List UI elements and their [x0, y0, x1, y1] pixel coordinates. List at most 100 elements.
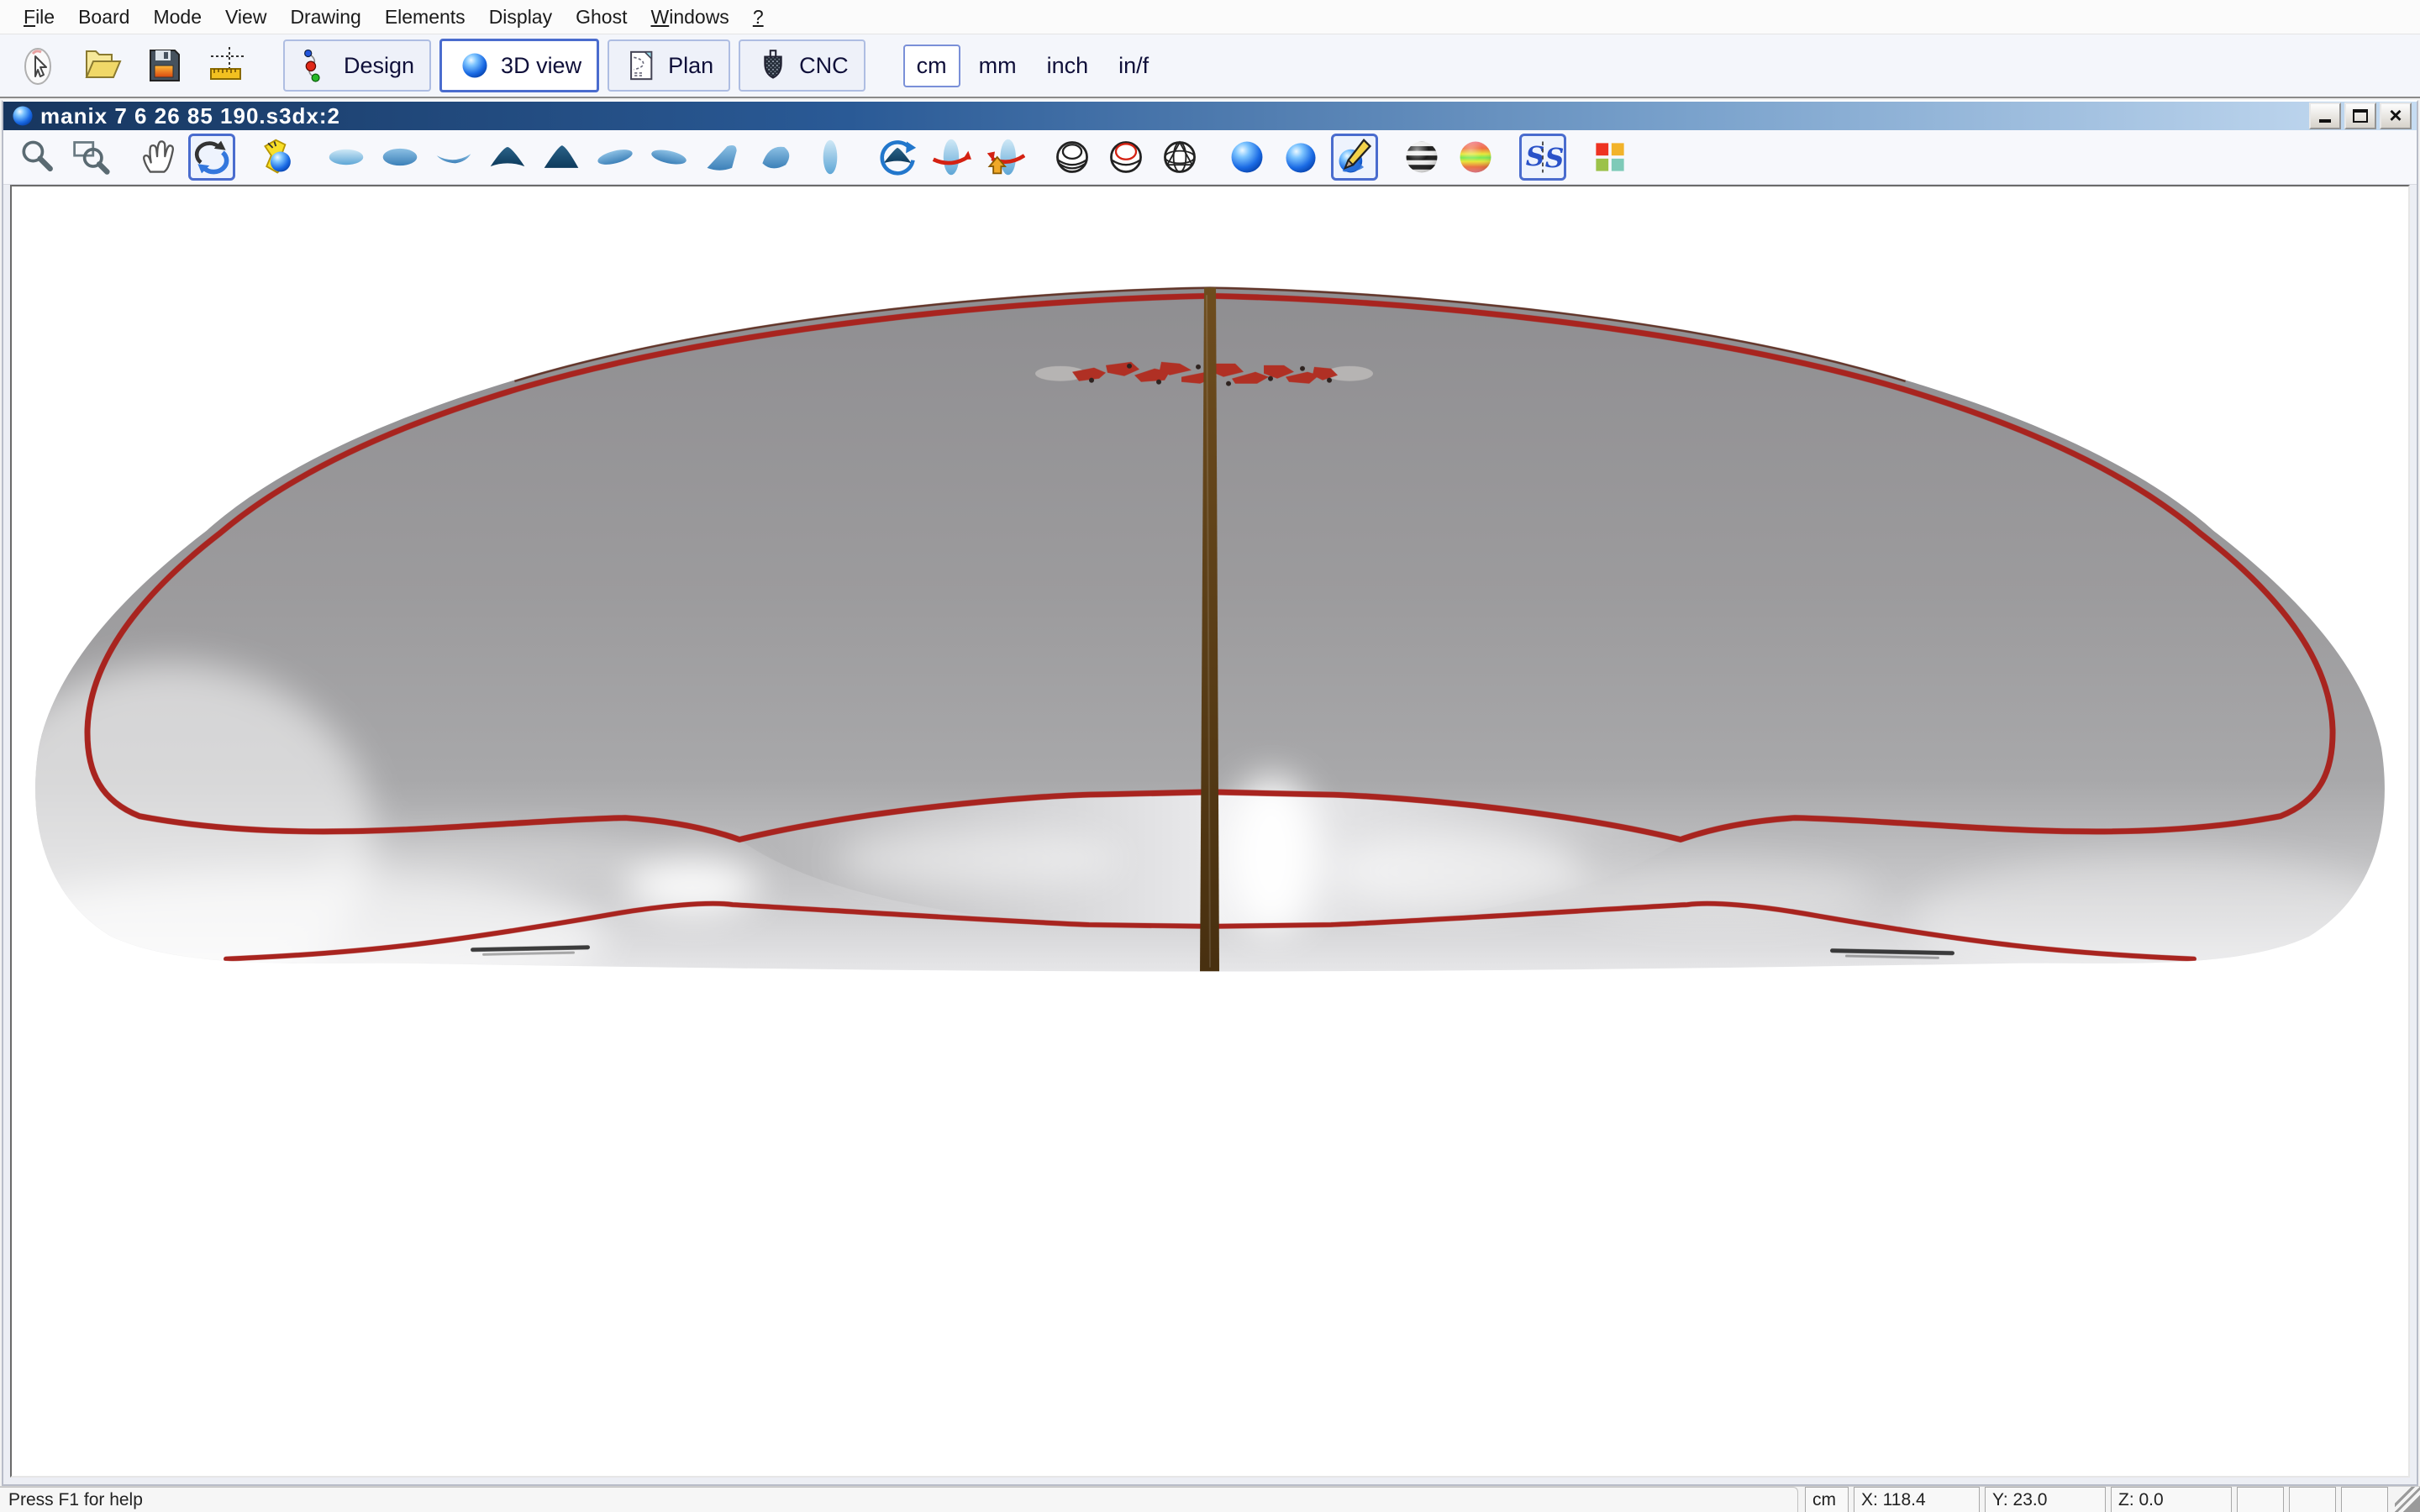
unit-inch[interactable]: inch — [1035, 45, 1101, 87]
design-nodes-icon — [300, 48, 335, 83]
view-toolbar-group — [134, 134, 235, 181]
view-rocker-icon[interactable] — [430, 134, 477, 181]
plan-button[interactable]: Plan — [608, 39, 730, 92]
render-solid-icon-glyph — [1227, 137, 1267, 177]
sphere-small-icon — [457, 48, 492, 83]
pointer-icon[interactable] — [13, 39, 66, 92]
document-title-bar[interactable]: manix 7 6 26 85 190.s3dx:2 × — [3, 102, 2417, 130]
rotate-vertical-icon-glyph — [985, 137, 1025, 177]
design-nodes-icon-glyph — [300, 48, 335, 83]
menu-item-mode[interactable]: Mode — [141, 3, 213, 32]
status-bar: Press F1 for help cmX: 118.4Y: 23.0Z: 0.… — [0, 1486, 2420, 1512]
menu-item-elements[interactable]: Elements — [373, 3, 477, 32]
menu-item-view[interactable]: View — [213, 3, 278, 32]
mode-button-label: CNC — [799, 53, 849, 79]
save-icon[interactable] — [138, 39, 190, 92]
status-empty-1 — [2237, 1487, 2284, 1512]
symmetry-icon-glyph: SS — [1523, 137, 1563, 177]
render-curvature-icon-glyph — [1455, 137, 1496, 177]
mode-button-label: Plan — [668, 53, 713, 79]
view-deck-icon[interactable] — [323, 134, 370, 181]
view-toolbar-group — [874, 134, 1028, 181]
render-paint-icon[interactable] — [1331, 134, 1378, 181]
view-toolbar: SS — [3, 130, 2417, 185]
render-curvature-icon[interactable] — [1452, 134, 1499, 181]
cnc-button[interactable]: CNC — [739, 39, 865, 92]
zoom-icon[interactable] — [13, 134, 60, 181]
view-perspective-3-icon-glyph — [702, 137, 743, 177]
view-perspective-1-icon[interactable] — [592, 134, 639, 181]
view-side-icon[interactable] — [807, 134, 854, 181]
view-perspective-2-icon[interactable] — [645, 134, 692, 181]
menu-item-ghost[interactable]: Ghost — [564, 3, 639, 32]
render-solid-icon[interactable] — [1223, 134, 1270, 181]
ruler-icon[interactable] — [200, 39, 252, 92]
view-bottom-icon-glyph — [380, 137, 420, 177]
view-perspective-2-icon-glyph — [649, 137, 689, 177]
plan-doc-icon-glyph — [624, 48, 660, 83]
unit-cm[interactable]: cm — [903, 45, 960, 87]
status-z-coordinate: Z: 0.0 — [2111, 1487, 2232, 1512]
board-render — [12, 186, 2408, 1476]
rotate-vertical-icon[interactable] — [981, 134, 1028, 181]
sphere-small-icon-glyph — [457, 48, 492, 83]
status-unit: cm — [1805, 1487, 1849, 1512]
view-toolbar-group — [13, 134, 114, 181]
render-smooth-icon[interactable] — [1277, 134, 1324, 181]
pan-icon-glyph — [138, 137, 178, 177]
view-side-icon-glyph — [810, 137, 850, 177]
open-folder-icon[interactable] — [76, 39, 128, 92]
view-perspective-3-icon[interactable] — [699, 134, 746, 181]
symmetry-icon[interactable]: SS — [1519, 134, 1566, 181]
zoom-window-icon-glyph — [71, 137, 111, 177]
light-icon-glyph — [259, 137, 299, 177]
wireframe-icon[interactable] — [1049, 134, 1096, 181]
wireframe-highlight-icon[interactable] — [1102, 134, 1150, 181]
view-front-icon-glyph — [487, 137, 528, 177]
svg-text:S: S — [1526, 142, 1545, 172]
minimize-button[interactable] — [2309, 102, 2341, 129]
pointer-icon-glyph — [18, 44, 61, 87]
view-perspective-4-icon[interactable] — [753, 134, 800, 181]
rotate-horizontal-icon[interactable] — [928, 134, 975, 181]
wireframe-mesh-icon-glyph — [1160, 137, 1200, 177]
resize-grip[interactable] — [2395, 1487, 2420, 1512]
wireframe-mesh-icon[interactable] — [1156, 134, 1203, 181]
maximize-button[interactable] — [2344, 102, 2376, 129]
zoom-window-icon[interactable] — [67, 134, 114, 181]
viewport-3d[interactable] — [10, 185, 2410, 1478]
view-bottom-icon[interactable] — [376, 134, 424, 181]
view-rocker-icon-glyph — [434, 137, 474, 177]
document-window: manix 7 6 26 85 190.s3dx:2 × SS — [2, 100, 2418, 1486]
view-toolbar-group — [1223, 134, 1378, 181]
mode-button-label: 3D view — [501, 53, 581, 79]
light-icon[interactable] — [255, 134, 302, 181]
pan-icon[interactable] — [134, 134, 182, 181]
view-deck-icon-glyph — [326, 137, 366, 177]
view-toolbar-group — [1586, 134, 1634, 181]
menu-item-[interactable]: ? — [741, 3, 776, 32]
menu-item-drawing[interactable]: Drawing — [278, 3, 372, 32]
view-front-icon[interactable] — [484, 134, 531, 181]
unit-inf[interactable]: in/f — [1107, 45, 1160, 87]
document-title: manix 7 6 26 85 190.s3dx:2 — [40, 103, 340, 129]
cnc-bit-icon — [755, 48, 791, 83]
render-zebra-icon[interactable] — [1398, 134, 1445, 181]
close-button[interactable]: × — [2380, 102, 2412, 129]
color-palette-icon[interactable] — [1586, 134, 1634, 181]
rotate-3d-icon[interactable] — [188, 134, 235, 181]
rotate-view-icon[interactable] — [874, 134, 921, 181]
unit-mm[interactable]: mm — [967, 45, 1028, 87]
3d-view-button[interactable]: 3D view — [439, 39, 599, 92]
render-zebra-icon-glyph — [1402, 137, 1442, 177]
view-back-icon[interactable] — [538, 134, 585, 181]
menu-item-windows[interactable]: Windows — [639, 3, 740, 32]
menu-item-file[interactable]: File — [12, 3, 66, 32]
menu-item-board[interactable]: Board — [66, 3, 141, 32]
status-y-coordinate: Y: 23.0 — [1985, 1487, 2106, 1512]
view-toolbar-group — [1049, 134, 1203, 181]
application-window: FileBoardModeViewDrawingElementsDisplayG… — [0, 0, 2420, 1512]
menu-item-display[interactable]: Display — [477, 3, 564, 32]
render-smooth-icon-glyph — [1281, 137, 1321, 177]
design-button[interactable]: Design — [283, 39, 431, 92]
